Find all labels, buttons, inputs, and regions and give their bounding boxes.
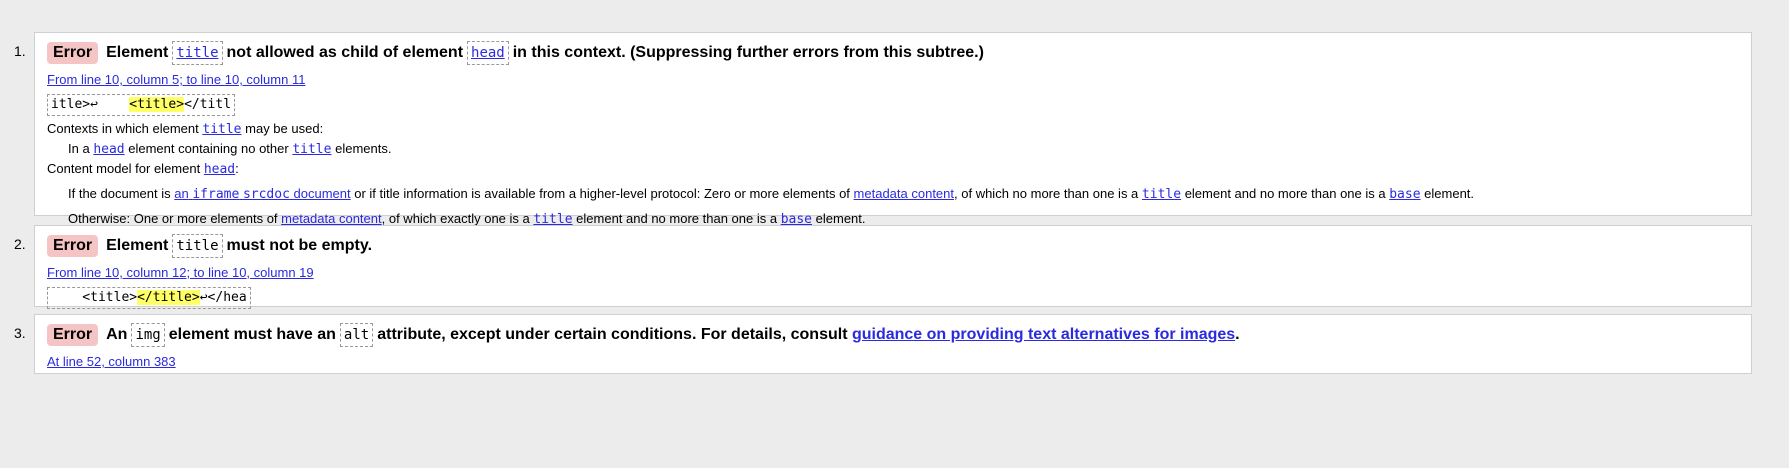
headline-text: in this context. (Suppressing further er… xyxy=(512,44,984,61)
error-badge: Error xyxy=(47,324,99,346)
element-head-link[interactable]: head xyxy=(467,41,509,65)
details-text: Content model for element xyxy=(47,161,201,176)
error-message-3: 3. Error An img element must have an alt… xyxy=(14,314,1752,374)
details-text: element and no more than one is a xyxy=(576,211,778,226)
error-details: Contexts in which element title may be u… xyxy=(47,120,1739,229)
message-headline: Error An img element must have an alt at… xyxy=(47,323,1739,347)
details-text: If the document is xyxy=(68,186,171,201)
validator-results-page: 1. Error Element title not allowed as ch… xyxy=(0,0,1789,468)
details-text: may be used: xyxy=(245,121,324,136)
colon: : xyxy=(235,161,239,176)
details-text: In a xyxy=(68,141,90,156)
headline-text: Element xyxy=(106,44,169,61)
element-head-link[interactable]: head xyxy=(204,162,235,177)
extract-before: itle>↩ xyxy=(51,97,130,112)
alt-attribute-code: alt xyxy=(339,323,374,347)
headline-text: Element xyxy=(106,237,169,254)
metadata-content-link[interactable]: metadata content xyxy=(281,211,381,226)
details-text: element containing no other xyxy=(128,141,289,156)
source-location-link[interactable]: From line 10, column 12; to line 10, col… xyxy=(47,264,1739,282)
metadata-content-link[interactable]: metadata content xyxy=(854,186,954,201)
extract-highlight: </title> xyxy=(137,290,200,305)
link-code: srcdoc xyxy=(242,187,290,202)
iframe-srcdoc-link[interactable]: an iframe srcdoc document xyxy=(174,186,351,202)
message-number: 3. xyxy=(14,325,26,341)
details-text: element. xyxy=(815,211,866,226)
headline-text: must not be empty. xyxy=(226,237,373,254)
error-badge: Error xyxy=(47,235,99,257)
link-code: iframe xyxy=(192,187,240,202)
content-model-heading: Content model for element head: xyxy=(47,160,1739,179)
details-text: elements. xyxy=(335,141,392,156)
source-location-link[interactable]: At line 52, column 383 xyxy=(47,353,1739,371)
extract-highlight: <title> xyxy=(129,97,185,112)
headline-text: element must have an xyxy=(168,326,336,343)
extract-before: <title> xyxy=(51,290,138,305)
message-number: 1. xyxy=(14,43,26,59)
link-text: document xyxy=(293,186,351,201)
text-alternatives-guidance-link[interactable]: guidance on providing text alternatives … xyxy=(852,323,1235,347)
context-item: In a head element containing no other ti… xyxy=(47,140,1739,159)
source-extract: itle>↩ <title></titl xyxy=(47,94,236,116)
element-title-link[interactable]: title xyxy=(202,122,241,137)
details-text: Otherwise: One or more elements of xyxy=(68,211,278,226)
error-message-1: 1. Error Element title not allowed as ch… xyxy=(14,32,1752,227)
details-text: or if title information is available fro… xyxy=(354,186,850,201)
element-base-link[interactable]: base xyxy=(1389,187,1420,202)
element-title-link[interactable]: title xyxy=(172,41,223,65)
extract-after: ↩</hea xyxy=(199,290,247,305)
error-message-2: 2. Error Element title must not be empty… xyxy=(14,225,1752,309)
contexts-heading: Contexts in which element title may be u… xyxy=(47,120,1739,139)
headline-text: . xyxy=(1235,326,1240,343)
details-text: , of which no more than one is a xyxy=(954,186,1139,201)
element-title-code: title xyxy=(172,234,223,258)
element-title-link[interactable]: title xyxy=(292,142,331,157)
content-model-item-1: If the document is an iframe srcdoc docu… xyxy=(47,185,1739,204)
details-text: , of which exactly one is a xyxy=(381,211,530,226)
source-location-link[interactable]: From line 10, column 5; to line 10, colu… xyxy=(47,71,1739,89)
img-element-code: img xyxy=(131,323,165,347)
error-badge: Error xyxy=(47,42,99,64)
headline-text: An xyxy=(106,326,128,343)
details-text: element and no more than one is a xyxy=(1184,186,1386,201)
source-extract: <title></title>↩</hea xyxy=(47,287,251,309)
message-number: 2. xyxy=(14,236,26,252)
details-text: Contexts in which element xyxy=(47,121,199,136)
element-title-link[interactable]: title xyxy=(1142,187,1181,202)
link-text: an xyxy=(174,186,189,201)
headline-text: not allowed as child of element xyxy=(226,44,464,61)
headline-text: attribute, except under certain conditio… xyxy=(377,326,848,343)
message-headline: Error Element title not allowed as child… xyxy=(47,41,1739,65)
details-text: element. xyxy=(1424,186,1475,201)
element-head-link[interactable]: head xyxy=(93,142,124,157)
message-headline: Error Element title must not be empty. xyxy=(47,234,1739,258)
extract-after: </titl xyxy=(184,97,232,112)
